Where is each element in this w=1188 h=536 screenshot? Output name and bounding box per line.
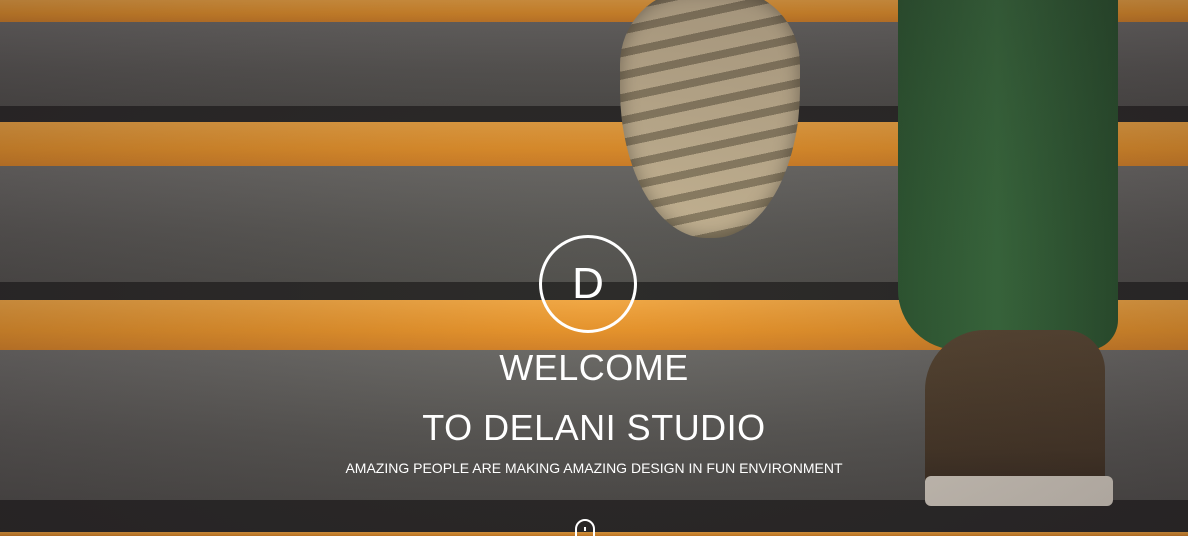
hero-tagline: AMAZING PEOPLE ARE MAKING AMAZING DESIGN… xyxy=(345,460,843,476)
logo[interactable]: D xyxy=(539,235,637,333)
hero-title-line2: TO DELANI STUDIO xyxy=(422,407,766,448)
hero-section: D WELCOME TO DELANI STUDIO AMAZING PEOPL… xyxy=(0,0,1188,536)
logo-letter: D xyxy=(572,259,604,308)
mouse-scroll-icon[interactable] xyxy=(575,519,595,536)
hero-content: D WELCOME TO DELANI STUDIO AMAZING PEOPL… xyxy=(0,0,1188,536)
hero-title-line1: WELCOME xyxy=(499,347,689,388)
